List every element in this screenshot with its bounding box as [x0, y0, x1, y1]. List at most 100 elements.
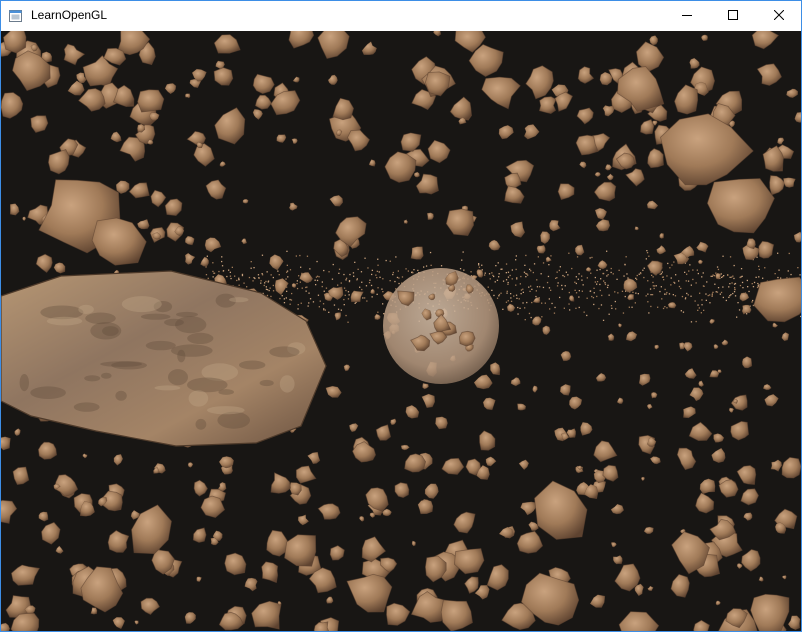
ring-particle: [333, 304, 336, 306]
asteroid: [504, 185, 525, 204]
ring-particle: [715, 291, 717, 293]
ring-particle: [690, 295, 692, 297]
asteroid: [756, 63, 782, 86]
ring-particle: [556, 277, 558, 279]
ring-particle: [347, 291, 350, 293]
ring-particle: [315, 284, 317, 286]
close-icon: [773, 7, 785, 25]
rock-texture-patch: [168, 369, 188, 386]
ring-particle: [347, 298, 350, 300]
ring-particle: [234, 275, 236, 277]
ring-particle: [790, 273, 792, 276]
asteroid: [730, 420, 750, 441]
rock-texture-patch: [140, 313, 171, 320]
ring-particle: [535, 295, 537, 298]
ring-particle: [481, 264, 483, 266]
title-bar[interactable]: LearnOpenGL: [1, 1, 801, 31]
asteroid: [602, 105, 615, 117]
ring-particle: [611, 307, 613, 309]
asteroid: [605, 164, 612, 171]
ring-particle: [529, 290, 531, 292]
large-asteroid: [706, 178, 775, 234]
ring-particle: [345, 277, 348, 279]
ring-particle: [367, 267, 369, 269]
ring-particle: [343, 304, 345, 306]
asteroid: [676, 447, 697, 471]
ring-particle: [734, 288, 736, 291]
asteroid: [252, 109, 263, 120]
asteroid: [742, 356, 753, 369]
ring-particle: [295, 255, 297, 257]
maximize-button[interactable]: [710, 1, 756, 31]
opengl-render-viewport[interactable]: [1, 31, 801, 631]
asteroid: [1, 622, 10, 631]
asteroid: [597, 260, 608, 270]
ring-particle: [733, 277, 735, 280]
asteroid: [292, 76, 300, 83]
ring-particle: [638, 273, 640, 275]
ring-particle: [673, 261, 675, 263]
ring-particle: [352, 272, 355, 274]
asteroid: [313, 621, 330, 631]
rock-texture-patch: [217, 411, 250, 429]
ring-particle: [205, 266, 207, 268]
ring-particle: [733, 264, 735, 267]
ring-particle: [599, 268, 601, 271]
ring-particle: [250, 267, 252, 269]
ring-particle: [715, 272, 717, 274]
ring-particle: [478, 264, 480, 266]
asteroid: [196, 576, 202, 583]
asteroid: [623, 278, 638, 293]
ring-particle: [701, 276, 703, 278]
ring-particle: [751, 283, 753, 285]
asteroid: [607, 333, 615, 341]
ring-particle: [248, 276, 251, 279]
ring-particle: [729, 283, 731, 285]
ring-particle: [581, 275, 583, 277]
ring-particle: [405, 268, 407, 270]
ring-particle: [747, 286, 749, 288]
ring-particle: [354, 261, 356, 263]
asteroid: [200, 256, 209, 267]
ring-particle: [381, 288, 383, 290]
asteroid: [375, 424, 392, 441]
minimize-button[interactable]: [664, 1, 710, 31]
ring-particle: [524, 264, 526, 266]
ring-particle: [266, 294, 269, 297]
ring-particle: [301, 287, 303, 289]
ring-particle: [257, 274, 260, 276]
ring-particle: [624, 264, 626, 266]
ring-particle: [491, 289, 493, 291]
app-window: LearnOpenGL: [0, 0, 802, 632]
ring-particle: [593, 292, 595, 294]
asteroid: [625, 168, 645, 187]
ring-particle: [568, 291, 570, 294]
rock-texture-patch: [176, 311, 198, 318]
ring-particle: [555, 277, 557, 279]
ring-particle: [797, 267, 799, 269]
asteroid: [374, 313, 381, 320]
ring-particle: [600, 278, 602, 280]
ring-particle: [299, 254, 301, 257]
asteroid: [786, 88, 799, 98]
asteroid: [251, 600, 282, 630]
ring-particle: [578, 296, 580, 298]
ring-particle: [800, 315, 801, 318]
asteroid: [627, 293, 635, 301]
asteroid: [520, 501, 537, 516]
ring-particle: [523, 271, 526, 273]
rock-texture-patch: [164, 318, 184, 327]
ring-particle: [321, 281, 323, 283]
asteroid: [540, 231, 551, 245]
ring-particle: [484, 274, 486, 276]
asteroid: [433, 31, 442, 37]
ring-particle: [711, 275, 713, 277]
ring-particle: [716, 266, 719, 268]
asteroid: [557, 183, 575, 201]
close-button[interactable]: [756, 1, 801, 31]
ring-particle: [608, 313, 610, 315]
ring-particle: [581, 279, 583, 281]
ring-particle: [300, 266, 302, 268]
ring-particle: [515, 284, 517, 286]
asteroid: [422, 383, 429, 390]
